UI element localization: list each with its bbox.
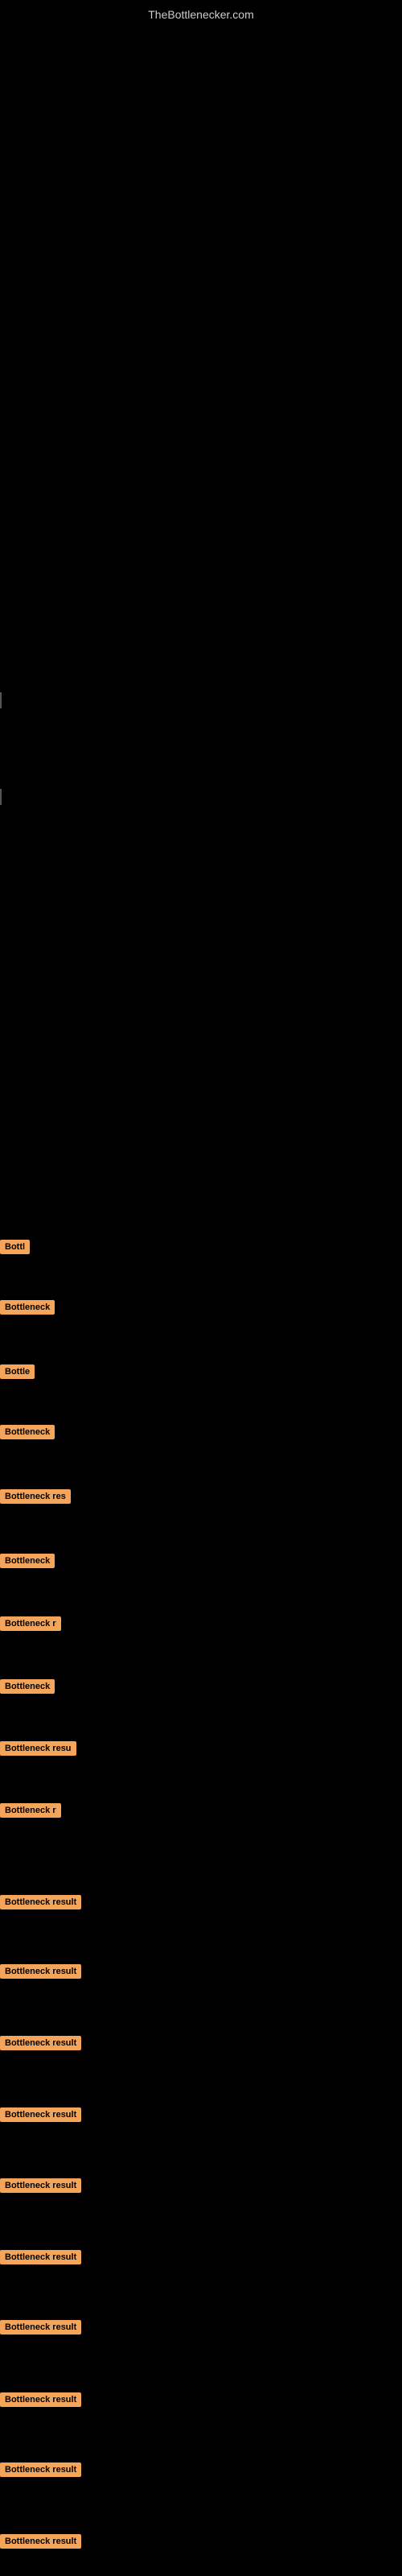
bottleneck-badge-14[interactable]: Bottleneck result <box>0 2107 81 2122</box>
bottleneck-badge-17[interactable]: Bottleneck result <box>0 2320 81 2334</box>
bottleneck-badge-9[interactable]: Bottleneck resu <box>0 1741 76 1756</box>
bottleneck-badge-4[interactable]: Bottleneck <box>0 1425 55 1439</box>
bottleneck-badge-10[interactable]: Bottleneck r <box>0 1803 61 1818</box>
bottleneck-badge-20[interactable]: Bottleneck result <box>0 2534 81 2549</box>
bottleneck-badge-7[interactable]: Bottleneck r <box>0 1616 61 1631</box>
bottleneck-badge-11[interactable]: Bottleneck result <box>0 1895 81 1909</box>
site-title: TheBottlenecker.com <box>148 8 254 21</box>
bottleneck-badge-16[interactable]: Bottleneck result <box>0 2250 81 2264</box>
bottleneck-badge-19[interactable]: Bottleneck result <box>0 2462 81 2477</box>
cursor-line-1 <box>0 692 2 708</box>
bottleneck-badge-15[interactable]: Bottleneck result <box>0 2178 81 2193</box>
bottleneck-badge-12[interactable]: Bottleneck result <box>0 1964 81 1979</box>
bottleneck-badge-6[interactable]: Bottleneck <box>0 1554 55 1568</box>
bottleneck-badge-18[interactable]: Bottleneck result <box>0 2392 81 2407</box>
bottleneck-badge-2[interactable]: Bottleneck <box>0 1300 55 1315</box>
bottleneck-badge-1[interactable]: Bottl <box>0 1240 30 1254</box>
bottleneck-badge-3[interactable]: Bottle <box>0 1364 35 1379</box>
bottleneck-badge-13[interactable]: Bottleneck result <box>0 2036 81 2050</box>
bottleneck-badge-5[interactable]: Bottleneck res <box>0 1489 71 1504</box>
cursor-line-2 <box>0 789 2 805</box>
bottleneck-badge-8[interactable]: Bottleneck <box>0 1679 55 1694</box>
